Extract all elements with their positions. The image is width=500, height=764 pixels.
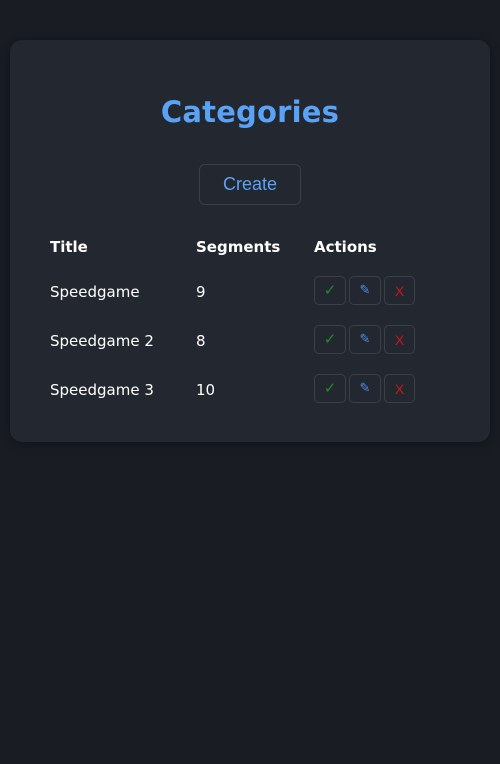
edit-button[interactable]: ✎ [349,374,381,403]
column-header-actions: Actions [314,238,377,256]
page-title: Categories [160,95,340,129]
pencil-icon: ✎ [359,381,371,396]
close-icon: X [394,282,405,299]
confirm-button[interactable]: ✓ [314,325,346,354]
row-title: Speedgame 3 [50,381,154,399]
column-header-segments: Segments [196,238,281,256]
row-segments: 8 [196,332,206,350]
categories-card: Categories Create Title Segments Actions… [10,40,490,442]
row-actions: ✓ ✎ X [314,325,415,354]
close-icon: X [394,380,405,397]
row-segments: 9 [196,283,206,301]
confirm-button[interactable]: ✓ [314,276,346,305]
row-actions: ✓ ✎ X [314,374,415,403]
row-segments: 10 [196,381,216,399]
checkmark-icon: ✓ [323,281,337,299]
edit-button[interactable]: ✎ [349,276,381,305]
row-title: Speedgame [50,283,140,301]
delete-button[interactable]: X [384,276,415,305]
checkmark-icon: ✓ [323,330,337,348]
column-header-title: Title [50,238,88,256]
confirm-button[interactable]: ✓ [314,374,346,403]
row-actions: ✓ ✎ X [314,276,415,305]
edit-button[interactable]: ✎ [349,325,381,354]
pencil-icon: ✎ [359,332,371,347]
pencil-icon: ✎ [359,283,371,298]
row-title: Speedgame 2 [50,332,154,350]
close-icon: X [394,331,405,348]
checkmark-icon: ✓ [323,379,337,397]
create-button[interactable]: Create [199,164,301,205]
delete-button[interactable]: X [384,325,415,354]
delete-button[interactable]: X [384,374,415,403]
